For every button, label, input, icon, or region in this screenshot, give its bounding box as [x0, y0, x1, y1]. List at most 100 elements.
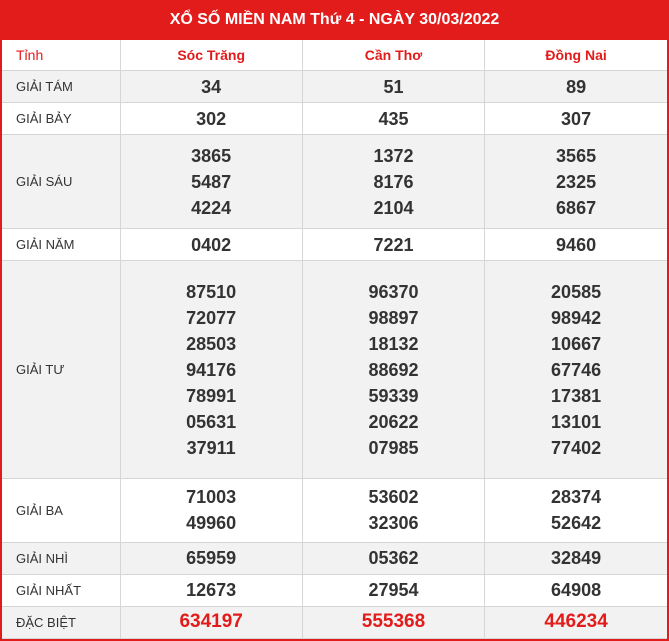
prize-number: 53602	[368, 487, 419, 508]
prize-label: ĐẶC BIỆT	[2, 605, 121, 640]
province-column-label: Tỉnh	[2, 40, 121, 71]
prize-number: 5487	[191, 171, 232, 192]
prize-cell-soc-trang: 302	[119, 102, 303, 136]
prize-number: 8176	[373, 171, 414, 192]
prize-row-dac-biet: ĐẶC BIỆT 634197 555368 446234	[2, 605, 667, 640]
prize-number: 1372	[373, 145, 414, 166]
results-table: Tỉnh Sóc Trăng Cần Thơ Đồng Nai GIẢI TÁM…	[2, 40, 667, 640]
prize-number: 18132	[368, 333, 419, 354]
prize-row-giai-tu: GIẢI TƯ 87510 72077 28503 94176 78991 05631 379…	[2, 260, 667, 480]
prize-cell-soc-trang: 3865 5487 4224	[119, 134, 303, 230]
prize-label: GIẢI NHÌ	[2, 541, 121, 575]
table-header-row: Tỉnh Sóc Trăng Cần Thơ Đồng Nai	[2, 40, 667, 71]
prize-row-giai-nhat: GIẢI NHẤT 12673 27954 64908	[2, 573, 667, 607]
prize-number: 32306	[368, 513, 419, 534]
prize-number: 34	[201, 76, 222, 97]
prize-cell-soc-trang: 12673	[119, 573, 303, 607]
prize-cell-dong-nai: 307	[484, 102, 667, 136]
prize-cell-can-tho: 96370 98897 18132 88692 59339 20622 07985	[301, 260, 486, 480]
prize-number: 9460	[556, 234, 597, 255]
prize-number: 51	[383, 76, 404, 97]
prize-cell-soc-trang: 634197	[119, 605, 303, 640]
prize-number: 634197	[179, 611, 243, 633]
prize-number: 2325	[556, 171, 597, 192]
prize-number: 10667	[551, 333, 602, 354]
prize-row-giai-nhi: GIẢI NHÌ 65959 05362 32849	[2, 541, 667, 575]
prize-row-giai-bay: GIẢI BẢY 302 435 307	[2, 102, 667, 136]
prize-number: 67746	[551, 359, 602, 380]
prize-cell-can-tho: 7221	[301, 228, 486, 262]
prize-label: GIẢI BA	[2, 478, 121, 543]
prize-number: 4224	[191, 197, 232, 218]
prize-number: 87510	[186, 281, 237, 302]
prize-number: 77402	[551, 437, 602, 458]
prize-number: 3565	[556, 145, 597, 166]
prize-number: 52642	[551, 513, 602, 534]
prize-cell-soc-trang: 71003 49960	[119, 478, 303, 543]
prize-number: 6867	[556, 197, 597, 218]
prize-cell-soc-trang: 87510 72077 28503 94176 78991 05631 37911	[119, 260, 303, 480]
prize-number: 05631	[186, 411, 237, 432]
prize-number: 446234	[544, 611, 608, 633]
prize-cell-dong-nai: 32849	[484, 541, 667, 575]
prize-cell-can-tho: 05362	[301, 541, 486, 575]
province-soc-trang[interactable]: Sóc Trăng	[119, 40, 303, 71]
prize-number: 20622	[368, 411, 419, 432]
prize-number: 72077	[186, 307, 237, 328]
prize-label: GIẢI BẢY	[2, 102, 121, 136]
province-can-tho[interactable]: Cần Thơ	[301, 40, 486, 71]
prize-number: 28503	[186, 333, 237, 354]
prize-cell-soc-trang: 0402	[119, 228, 303, 262]
prize-row-giai-sau: GIẢI SÁU 3865 5487 4224 1372 8176 2104 3565 2325…	[2, 134, 667, 230]
prize-cell-dong-nai: 3565 2325 6867	[484, 134, 667, 230]
page-title: XỔ SỐ MIỀN NAM Thứ 4 - NGÀY 30/03/2022	[2, 0, 667, 40]
prize-cell-can-tho: 51	[301, 69, 486, 104]
prize-row-giai-tam: GIẢI TÁM 34 51 89	[2, 69, 667, 104]
prize-number: 64908	[551, 580, 602, 601]
prize-number: 37911	[186, 437, 236, 458]
prize-number: 17381	[551, 385, 602, 406]
prize-number: 7221	[373, 234, 414, 255]
prize-number: 28374	[551, 487, 602, 508]
prize-number: 07985	[368, 437, 419, 458]
prize-cell-can-tho: 27954	[301, 573, 486, 607]
prize-number: 49960	[186, 513, 237, 534]
prize-number: 98897	[368, 307, 419, 328]
prize-number: 59339	[368, 385, 419, 406]
prize-number: 3865	[191, 145, 232, 166]
prize-number: 0402	[191, 234, 232, 255]
prize-label: GIẢI TÁM	[2, 69, 121, 104]
prize-label: GIẢI TƯ	[2, 260, 121, 480]
prize-number: 89	[566, 76, 587, 97]
prize-number: 32849	[551, 548, 602, 569]
prize-label: GIẢI NHẤT	[2, 573, 121, 607]
prize-number: 94176	[186, 359, 237, 380]
prize-number: 88692	[368, 359, 419, 380]
prize-number: 71003	[186, 487, 237, 508]
prize-cell-dong-nai: 89	[484, 69, 667, 104]
prize-cell-can-tho: 1372 8176 2104	[301, 134, 486, 230]
prize-cell-can-tho: 53602 32306	[301, 478, 486, 543]
prize-number: 555368	[361, 611, 426, 633]
prize-cell-can-tho: 555368	[301, 605, 486, 640]
prize-number: 13101	[551, 411, 602, 432]
prize-cell-soc-trang: 65959	[119, 541, 303, 575]
prize-number: 307	[561, 108, 592, 129]
prize-number: 05362	[368, 548, 419, 569]
prize-cell-dong-nai: 28374 52642	[484, 478, 667, 543]
prize-number: 302	[196, 108, 227, 129]
prize-number: 65959	[186, 548, 237, 569]
prize-cell-dong-nai: 20585 98942 10667 67746 17381 13101 77402	[484, 260, 667, 480]
prize-number: 2104	[373, 197, 414, 218]
prize-cell-dong-nai: 64908	[484, 573, 667, 607]
prize-label: GIẢI SÁU	[2, 134, 121, 230]
prize-cell-dong-nai: 9460	[484, 228, 667, 262]
prize-cell-soc-trang: 34	[119, 69, 303, 104]
prize-label: GIẢI NĂM	[2, 228, 121, 262]
prize-number: 78991	[186, 385, 237, 406]
lottery-results: XỔ SỐ MIỀN NAM Thứ 4 - NGÀY 30/03/2022 T…	[0, 0, 669, 641]
prize-cell-dong-nai: 446234	[484, 605, 667, 640]
prize-row-giai-nam: GIẢI NĂM 0402 7221 9460	[2, 228, 667, 262]
prize-number: 98942	[551, 307, 602, 328]
province-dong-nai[interactable]: Đồng Nai	[484, 40, 667, 71]
